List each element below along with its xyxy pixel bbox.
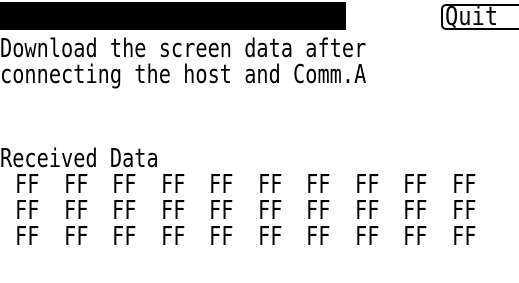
received-data-byte-value: FF (451, 222, 476, 252)
received-data-byte-value: FF (63, 196, 88, 226)
received-data-byte-value: FF (15, 196, 40, 226)
received-data-byte-value: FF (403, 222, 428, 252)
received-data-byte-value: FF (112, 170, 137, 200)
received-data-row: FF FF FF FF FF FF FF FF FF FF (15, 198, 500, 224)
received-data-byte: FF (355, 224, 404, 250)
received-data-byte-value: FF (306, 170, 331, 200)
quit-button[interactable]: Quit (441, 4, 519, 30)
received-data-byte: FF (306, 198, 355, 224)
received-data-byte: FF (209, 198, 258, 224)
received-data-byte: FF (161, 224, 210, 250)
received-data-byte: FF (112, 172, 161, 198)
received-data-byte-value: FF (15, 222, 40, 252)
received-data-byte: FF (452, 224, 501, 250)
received-data-byte: FF (209, 224, 258, 250)
received-data-byte-value: FF (63, 222, 88, 252)
received-data-byte-value: FF (112, 196, 137, 226)
received-data-byte: FF (64, 172, 113, 198)
received-data-byte-value: FF (209, 222, 234, 252)
received-data-byte-value: FF (209, 170, 234, 200)
received-data-byte-value: FF (451, 196, 476, 226)
received-data-byte-value: FF (15, 170, 40, 200)
received-data-byte-value: FF (63, 170, 88, 200)
received-data-byte: FF (403, 224, 452, 250)
received-data-byte-value: FF (257, 196, 282, 226)
received-data-byte: FF (306, 172, 355, 198)
instruction-line-1: Download the screen data after (0, 34, 367, 64)
received-data-byte: FF (306, 224, 355, 250)
tool-comm-check-screen: <TOOL COMM. CHECK> Quit Download the scr… (0, 0, 519, 283)
received-data-byte: FF (64, 198, 113, 224)
received-data-byte: FF (258, 172, 307, 198)
received-data-byte-value: FF (112, 222, 137, 252)
received-data-row: FF FF FF FF FF FF FF FF FF FF (15, 172, 500, 198)
screen-title-bar: <TOOL COMM. CHECK> (0, 2, 347, 56)
received-data-byte-value: FF (354, 196, 379, 226)
received-data-byte: FF (452, 198, 501, 224)
received-data-byte-value: FF (354, 170, 379, 200)
quit-button-label: Quit (445, 4, 499, 30)
received-data-byte: FF (15, 224, 64, 250)
received-data-byte: FF (15, 172, 64, 198)
received-data-byte: FF (209, 172, 258, 198)
received-data-byte: FF (161, 172, 210, 198)
received-data-byte: FF (403, 172, 452, 198)
received-data-byte: FF (258, 224, 307, 250)
received-data-byte-value: FF (209, 196, 234, 226)
received-data-byte-value: FF (160, 196, 185, 226)
received-data-byte: FF (403, 198, 452, 224)
received-data-byte: FF (112, 198, 161, 224)
received-data-byte: FF (161, 198, 210, 224)
received-data-row: FF FF FF FF FF FF FF FF FF FF (15, 224, 500, 250)
received-data-byte-value: FF (403, 196, 428, 226)
received-data-byte: FF (452, 172, 501, 198)
received-data-byte-value: FF (160, 170, 185, 200)
received-data-byte-value: FF (160, 222, 185, 252)
received-data-byte-value: FF (306, 222, 331, 252)
received-data-byte: FF (112, 224, 161, 250)
received-data-byte-value: FF (306, 196, 331, 226)
received-data-byte-value: FF (257, 222, 282, 252)
received-data-byte-value: FF (257, 170, 282, 200)
received-data-byte-value: FF (403, 170, 428, 200)
received-data-label: Received Data (0, 144, 159, 174)
received-data-byte: FF (64, 224, 113, 250)
received-data-byte: FF (355, 172, 404, 198)
received-data-byte: FF (355, 198, 404, 224)
received-data-byte-value: FF (451, 170, 476, 200)
instruction-line-2: connecting the host and Comm.A (0, 60, 367, 90)
received-data-byte: FF (258, 198, 307, 224)
received-data-byte: FF (15, 198, 64, 224)
received-data-byte-value: FF (354, 222, 379, 252)
